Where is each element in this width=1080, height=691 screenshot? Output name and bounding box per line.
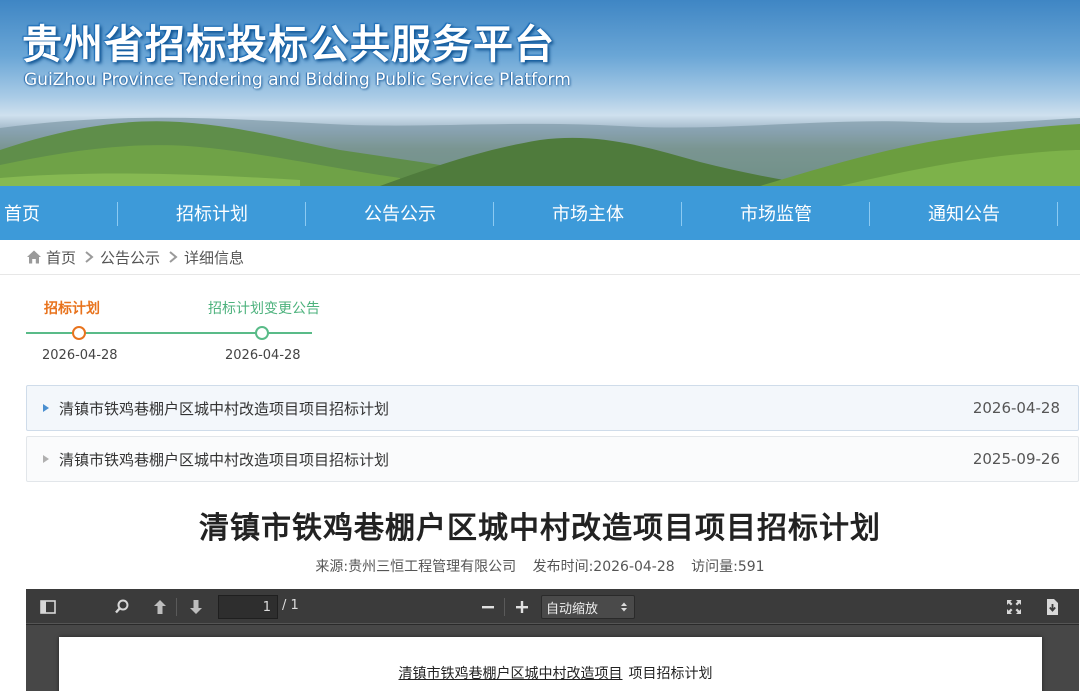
nav-item-label: 招标计划 — [176, 204, 248, 225]
nav-item-label: 通知公告 — [928, 204, 1000, 225]
chevron-right-icon — [169, 251, 178, 263]
site-banner: 贵州省招标投标公共服务平台 GuiZhou Province Tendering… — [0, 0, 1080, 186]
arrow-down-icon[interactable] — [186, 597, 206, 617]
zoom-in-icon[interactable] — [512, 597, 532, 617]
pdf-doc-heading-underlined: 清镇市铁鸡巷棚户区城中村改造项目 — [398, 666, 623, 682]
arrow-up-icon[interactable] — [150, 597, 170, 617]
nav-item-tender-plan[interactable]: 招标计划 — [118, 186, 306, 240]
caret-right-icon — [43, 455, 49, 463]
home-icon — [27, 250, 41, 264]
zoom-selected-value: 自动缩放 — [546, 601, 599, 617]
select-arrows-icon — [621, 602, 627, 612]
toolbar-separator — [176, 598, 177, 616]
nav-item-market-entities[interactable]: 市场主体 — [494, 186, 682, 240]
announcement-item[interactable]: 清镇市铁鸡巷棚户区城中村改造项目项目招标计划 2026-04-28 — [26, 385, 1079, 431]
page-number-input[interactable] — [218, 595, 278, 619]
nav-item-market-supervision[interactable]: 市场监管 — [682, 186, 870, 240]
chevron-right-icon — [85, 251, 94, 263]
nav-item-announcements[interactable]: 公告公示 — [306, 186, 494, 240]
page-total: / 1 — [282, 598, 299, 613]
announcement-title: 清镇市铁鸡巷棚户区城中村改造项目项目招标计划 — [59, 399, 390, 418]
timeline-dot-active — [72, 326, 86, 340]
nav-item-home[interactable]: 首页 — [0, 186, 118, 240]
pdf-doc-heading: 清镇市铁鸡巷棚户区城中村改造项目 项目招标计划 — [59, 663, 1042, 683]
main-nav: 首页 招标计划 公告公示 市场主体 市场监管 通知公告 — [0, 186, 1080, 240]
nav-item-label: 市场监管 — [740, 204, 812, 225]
breadcrumb-announcements-link[interactable]: 公告公示 — [100, 247, 160, 268]
sidebar-toggle-icon[interactable] — [38, 597, 58, 617]
timeline-line — [26, 332, 312, 334]
article-source: 来源:贵州三恒工程管理有限公司 — [315, 559, 517, 575]
pdf-doc-heading-rest: 项目招标计划 — [628, 666, 713, 682]
site-subtitle: GuiZhou Province Tendering and Bidding P… — [24, 70, 571, 90]
toolbar-separator — [504, 598, 505, 616]
announcement-item[interactable]: 清镇市铁鸡巷棚户区城中村改造项目项目招标计划 2025-09-26 — [26, 436, 1079, 482]
zoom-select[interactable]: 自动缩放 — [541, 595, 635, 619]
nav-separator — [1057, 202, 1058, 226]
download-icon[interactable] — [1042, 597, 1062, 617]
announcement-date: 2026-04-28 — [972, 399, 1060, 417]
timeline-step-date: 2026-04-28 — [42, 348, 118, 363]
pdf-page: 清镇市铁鸡巷棚户区城中村改造项目 项目招标计划 — [59, 637, 1042, 691]
breadcrumb-current: 详细信息 — [184, 248, 245, 267]
caret-right-icon — [43, 404, 49, 412]
pdf-toolbar: / 1 自动缩放 — [26, 589, 1079, 625]
announcement-title: 清镇市铁鸡巷棚户区城中村改造项目项目招标计划 — [59, 450, 390, 469]
nav-item-notices[interactable]: 通知公告 — [870, 186, 1058, 240]
fullscreen-icon[interactable] — [1004, 597, 1024, 617]
timeline-step-date: 2026-04-28 — [225, 348, 301, 363]
announcement-date: 2025-09-26 — [972, 450, 1060, 468]
timeline-step-label[interactable]: 招标计划 — [44, 298, 100, 318]
article-views: 访问量:591 — [691, 559, 765, 575]
timeline-step-label[interactable]: 招标计划变更公告 — [208, 298, 320, 318]
zoom-out-icon[interactable] — [478, 597, 498, 617]
article-meta: 来源:贵州三恒工程管理有限公司 发布时间:2026-04-28 访问量:591 — [0, 556, 1080, 576]
article-title: 清镇市铁鸡巷棚户区城中村改造项目项目招标计划 — [199, 511, 881, 546]
breadcrumb: 首页 公告公示 详细信息 — [26, 246, 244, 268]
search-icon[interactable] — [112, 597, 132, 617]
breadcrumb-home-link[interactable]: 首页 — [46, 247, 76, 268]
timeline-dot — [255, 326, 269, 340]
breadcrumb-divider — [0, 274, 1080, 275]
nav-item-label: 首页 — [4, 204, 40, 225]
article-publish-time: 发布时间:2026-04-28 — [532, 559, 675, 575]
nav-item-label: 市场主体 — [552, 204, 624, 225]
pdf-viewer: / 1 自动缩放 清镇市铁鸡巷棚 — [26, 589, 1079, 691]
site-title: 贵州省招标投标公共服务平台 — [22, 22, 555, 68]
nav-item-label: 公告公示 — [364, 204, 436, 225]
